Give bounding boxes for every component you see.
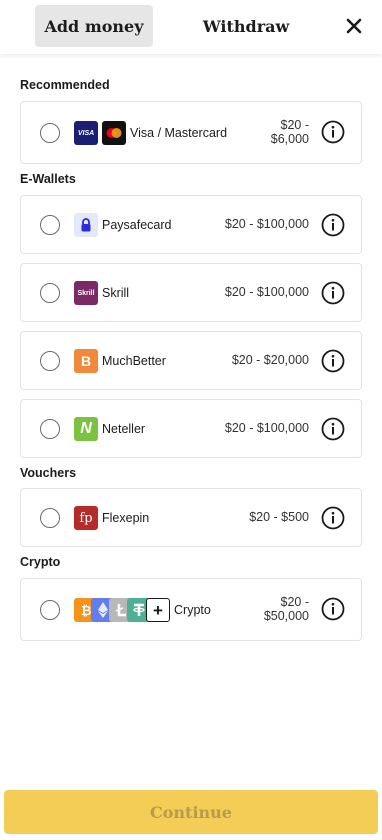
info-icon[interactable] — [321, 597, 345, 621]
payment-method-muchbetter[interactable]: B MuchBetter $20 - $20,000 — [20, 331, 362, 390]
payment-method-neteller[interactable]: N Neteller $20 - $100,000 — [20, 399, 362, 458]
radio-button[interactable] — [40, 123, 60, 143]
payment-method-crypto[interactable]: ₿ + Crypto $20 - $50,000 — [20, 578, 362, 641]
method-range: $20 - $100,000 — [224, 421, 309, 435]
radio-button[interactable] — [40, 419, 60, 439]
neteller-icon: N — [74, 417, 98, 441]
radio-button[interactable] — [40, 351, 60, 371]
method-name: MuchBetter — [102, 354, 166, 368]
radio-button[interactable] — [40, 215, 60, 235]
method-name: Skrill — [102, 286, 130, 300]
continue-button[interactable]: Continue — [4, 790, 378, 834]
radio-button[interactable] — [40, 283, 60, 303]
tab-withdraw[interactable]: Withdraw — [195, 5, 297, 47]
payment-method-paysafecard[interactable]: Paysafecard $20 - $100,000 — [20, 195, 362, 254]
mastercard-icon — [102, 121, 126, 145]
section-label-ewallets: E-Wallets — [20, 172, 76, 186]
method-range: $20 - $100,000 — [224, 285, 309, 299]
payment-method-visa-mastercard[interactable]: VISA Visa / Mastercard $20 - $6,000 — [20, 101, 362, 164]
info-icon[interactable] — [321, 213, 345, 237]
info-icon[interactable] — [321, 506, 345, 530]
close-icon[interactable] — [343, 15, 365, 37]
section-label-vouchers: Vouchers — [20, 466, 77, 480]
section-label-recommended: Recommended — [20, 78, 110, 92]
info-icon[interactable] — [321, 120, 345, 144]
method-name: Visa / Mastercard — [130, 126, 228, 140]
method-range: $20 - $500 — [249, 510, 309, 524]
flexepin-icon: fp — [74, 506, 98, 530]
info-icon[interactable] — [321, 417, 345, 441]
radio-button[interactable] — [40, 508, 60, 528]
radio-button[interactable] — [40, 600, 60, 620]
more-crypto-icon: + — [146, 598, 170, 622]
muchbetter-icon: B — [74, 349, 98, 373]
method-name: Paysafecard — [102, 218, 172, 232]
payment-method-skrill[interactable]: Skrill Skrill $20 - $100,000 — [20, 263, 362, 322]
method-range: $20 - $50,000 — [263, 595, 309, 623]
visa-icon: VISA — [74, 121, 98, 145]
skrill-icon: Skrill — [74, 281, 98, 305]
method-name: Neteller — [102, 422, 146, 436]
paysafecard-icon — [74, 213, 98, 237]
method-name: Crypto — [174, 603, 211, 617]
top-bar: Add money Withdraw — [0, 0, 382, 54]
payment-method-flexepin[interactable]: fp Flexepin $20 - $500 — [20, 488, 362, 547]
section-label-crypto: Crypto — [20, 555, 61, 569]
info-icon[interactable] — [321, 281, 345, 305]
info-icon[interactable] — [321, 349, 345, 373]
method-name: Flexepin — [102, 511, 150, 525]
method-range: $20 - $6,000 — [270, 118, 309, 146]
tab-add-money[interactable]: Add money — [35, 5, 153, 47]
method-range: $20 - $100,000 — [224, 217, 309, 231]
method-range: $20 - $20,000 — [231, 353, 309, 367]
